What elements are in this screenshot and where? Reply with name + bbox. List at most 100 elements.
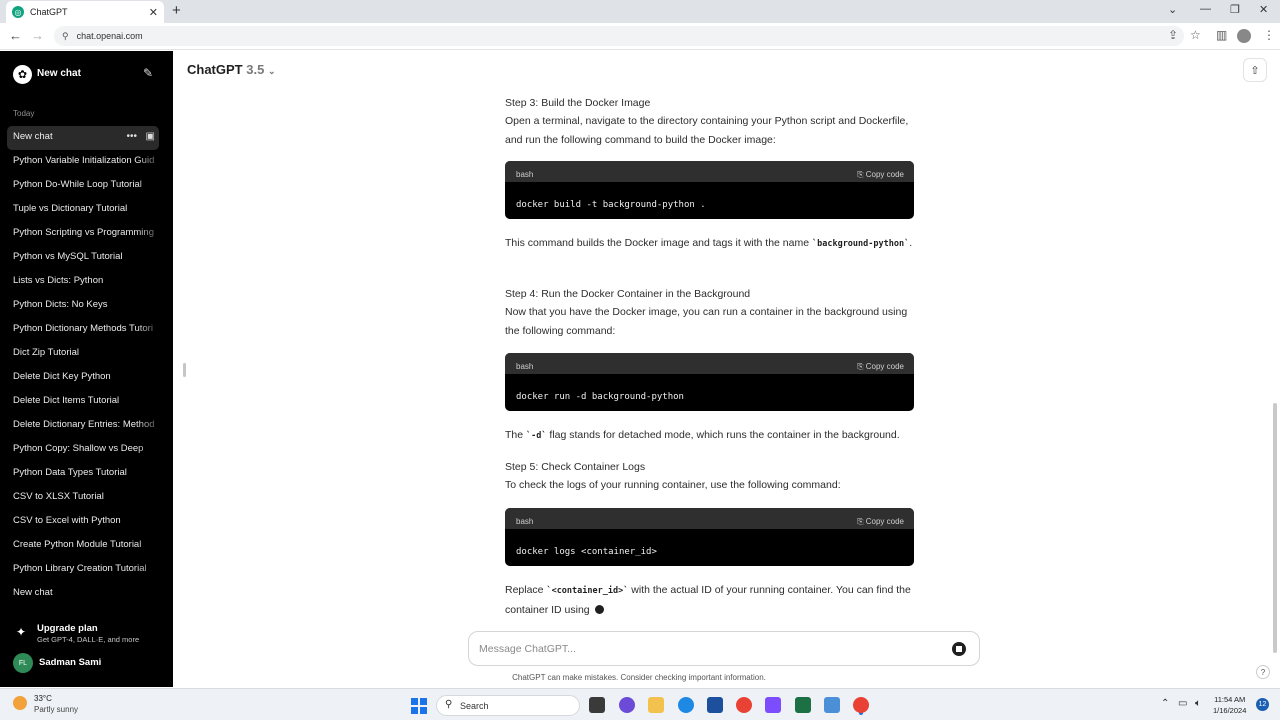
sidebar-new-chat-row[interactable]: ✿ New chat ✎ [0,65,173,84]
share-chat-button[interactable]: ⇧ [1243,58,1267,82]
sidebar-chat-item[interactable]: Python Dictionary Methods Tutori [0,318,166,342]
sidebar-chat-item[interactable]: New chat [0,582,166,606]
label-fade [136,414,166,438]
system-clock[interactable]: 11:54 AM 1/16/2024 [1213,694,1246,716]
code-language-label: bash [516,362,534,371]
new-chat-edit-icon[interactable]: ✎ [143,66,153,80]
step5-title: Step 5: Check Container Logs [505,461,646,473]
url-field[interactable]: ⚲ chat.openai.com [54,26,1184,46]
profile-avatar-icon[interactable] [1237,29,1251,43]
chat-app-icon[interactable] [619,697,635,713]
chrome-active-icon[interactable] [853,697,869,713]
stop-generating-icon[interactable] [952,642,966,656]
close-window-icon[interactable]: ✕ [1259,3,1268,16]
excel-icon[interactable] [795,697,811,713]
edge-browser-icon[interactable] [678,697,694,713]
code-command: docker build -t background-python . [516,200,706,210]
step3-title: Step 3: Build the Docker Image [505,97,651,109]
sidebar-chat-item[interactable]: Create Python Module Tutorial [0,534,166,558]
sidebar-chat-item[interactable]: Python Scripting vs Programming [0,222,166,246]
sidebar-chat-label: Lists vs Dicts: Python [13,275,104,286]
close-tab-icon[interactable]: ✕ [149,6,158,19]
task-view-icon[interactable] [589,697,605,713]
copy-code-button[interactable]: ⎘ Copy code [857,513,904,532]
new-tab-icon[interactable]: + [172,2,181,19]
upgrade-subtitle: Get GPT-4, DALL·E, and more [37,635,140,644]
sidebar-chat-item[interactable]: Delete Dictionary Entries: Method [0,414,166,438]
chatgpt-favicon-icon: ◎ [12,6,24,18]
model-name: ChatGPT [187,62,243,77]
clock-time: 11:54 AM [1214,695,1246,704]
help-icon[interactable]: ? [1256,665,1270,679]
windows-start-icon[interactable] [411,698,427,714]
code-block-logs: bash ⎘ Copy code docker logs <container_… [505,508,914,566]
model-selector[interactable]: ChatGPT 3.5 ⌄ [187,62,276,77]
forward-icon[interactable]: → [31,28,44,43]
label-fade [136,582,166,606]
file-explorer-icon[interactable] [648,697,664,713]
streaming-cursor-icon [594,604,604,614]
sidebar-chat-item[interactable]: CSV to Excel with Python [0,510,166,534]
taskbar-search-label: Search [460,701,489,711]
os-taskbar: 33°C Partly sunny ⚲ Search ⌃ ▭ 🔈︎ 11:54 … [0,688,1280,720]
tab-search-chevron-icon[interactable]: ⌄ [1168,3,1177,16]
bookmark-star-icon[interactable]: ☆ [1190,28,1201,42]
sidebar-chat-label: Python vs MySQL Tutorial [13,251,123,262]
remote-desktop-icon[interactable] [824,697,840,713]
label-fade [136,222,166,246]
sidebar-chat-item[interactable]: Lists vs Dicts: Python [0,270,166,294]
user-menu[interactable]: FL Sadman Sami [0,653,173,673]
sidebar-chat-item[interactable]: Python Data Types Tutorial [0,462,166,486]
browser-tab[interactable]: ◎ ChatGPT ✕ [6,1,164,23]
sidebar-chat-item[interactable]: Dict Zip Tutorial [0,342,166,366]
sidebar-chat-item[interactable]: CSV to XLSX Tutorial [0,486,166,510]
chrome-icon[interactable] [736,697,752,713]
notification-badge[interactable]: 12 [1256,698,1269,711]
model-version: 3.5 [246,62,265,77]
volume-icon[interactable]: 🔈︎ [1195,698,1201,709]
label-fade [136,318,166,342]
label-fade [136,486,166,510]
chat-options-icon[interactable]: ••• [126,126,137,148]
inline-code: `-d` [526,431,547,441]
copy-code-button[interactable]: ⎘ Copy code [857,358,904,377]
sidebar-chat-item[interactable]: Delete Dict Key Python [0,366,166,390]
new-chat-label[interactable]: New chat [37,68,81,79]
media-app-icon[interactable] [765,697,781,713]
sidebar-chat-label: Python Do-While Loop Tutorial [13,179,142,190]
upgrade-plan-button[interactable]: ✦ Upgrade plan Get GPT-4, DALL·E, and mo… [0,621,173,649]
browser-menu-icon[interactable]: ⋮ [1263,28,1275,42]
copy-code-button[interactable]: ⎘ Copy code [857,166,904,185]
archive-icon[interactable]: ▣ [146,126,155,148]
message-input[interactable] [479,640,919,658]
sidebar-chat-item[interactable]: Python Library Creation Tutorial [0,558,166,582]
store-icon[interactable] [707,697,723,713]
sidebar-chat-item[interactable]: Python vs MySQL Tutorial [0,246,166,270]
sidebar-chat-item[interactable]: Python Do-While Loop Tutorial [0,174,166,198]
side-panel-icon[interactable]: ▥ [1216,28,1227,42]
step5-text: To check the logs of your running contai… [505,479,841,491]
taskbar-search[interactable]: ⚲ Search [436,695,580,716]
sidebar-collapse-handle[interactable] [183,363,186,377]
label-fade [136,342,166,366]
site-info-icon[interactable]: ⚲ [62,31,69,42]
sidebar-chat-label: New chat [13,131,53,142]
minimize-icon[interactable]: — [1200,3,1211,15]
scrollbar[interactable] [1273,403,1277,653]
restore-icon[interactable]: ❐ [1230,3,1240,16]
sidebar-chat-item[interactable]: Python Variable Initialization Guid [0,150,166,174]
tray-chevron-icon[interactable]: ⌃ [1161,698,1169,709]
network-icon[interactable]: ▭ [1178,698,1187,709]
message-composer [468,631,980,666]
sidebar-chat-item[interactable]: Delete Dict Items Tutorial [0,390,166,414]
back-icon[interactable]: ← [9,28,22,43]
browser-tab-bar: ◎ ChatGPT ✕ + ⌄ — ❐ ✕ [0,0,1280,23]
sidebar-chat-item[interactable]: New chat ••• ▣ [7,126,159,150]
sidebar-chat-item[interactable]: Python Copy: Shallow vs Deep [0,438,166,462]
sidebar-chat-label: Python Scripting vs Programming [13,227,154,238]
sidebar-chat-item[interactable]: Tuple vs Dictionary Tutorial [0,198,166,222]
sidebar-chat-label: Create Python Module Tutorial [13,539,142,550]
share-page-icon[interactable]: ⇪ [1168,28,1178,42]
sidebar-chat-item[interactable]: Python Dicts: No Keys [0,294,166,318]
step4-text: Now that you have the Docker image, you … [505,306,908,337]
